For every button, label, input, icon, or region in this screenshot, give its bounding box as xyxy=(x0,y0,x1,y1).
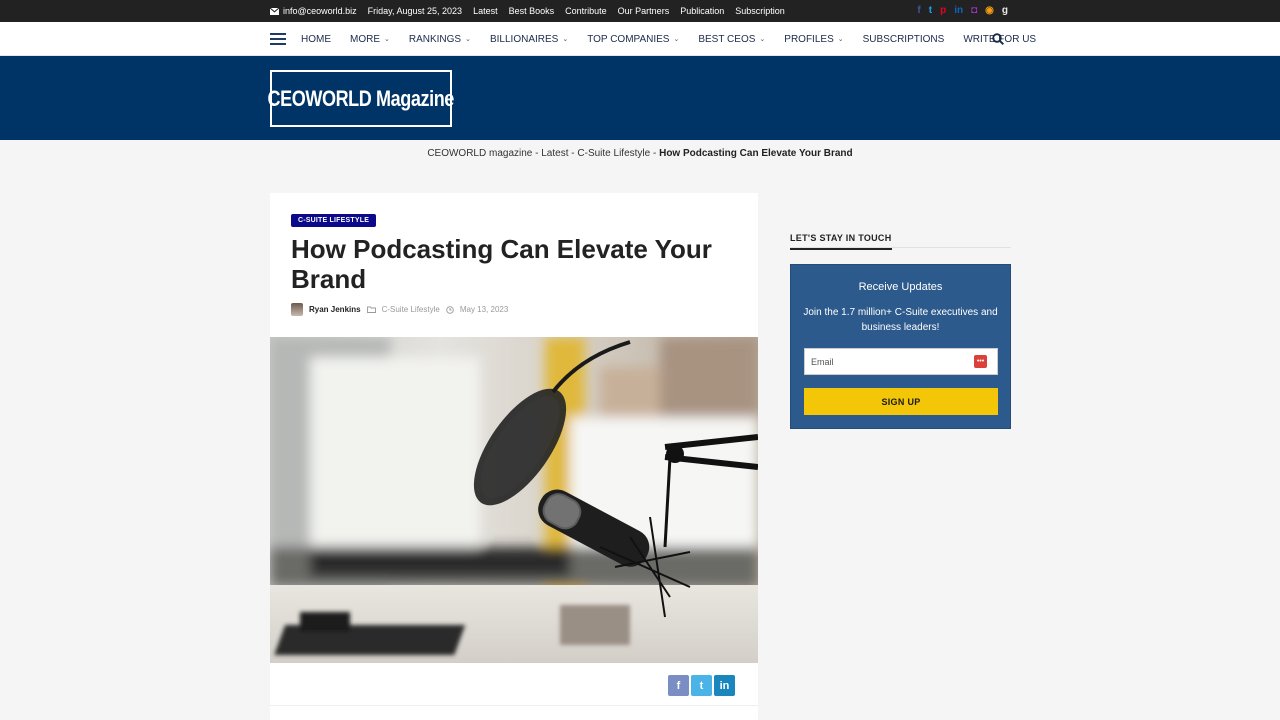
chevron-down-icon: ⌄ xyxy=(759,36,766,43)
top-link-latest[interactable]: Latest xyxy=(473,6,498,16)
breadcrumb-latest[interactable]: Latest xyxy=(541,148,568,159)
subscribe-title: Receive Updates xyxy=(858,281,943,293)
main-nav: HOME MORE ⌄ RANKINGS ⌄ BILLIONAIRES ⌄ TOP COMPA… xyxy=(0,22,1280,56)
top-link-publication[interactable]: Publication xyxy=(680,6,724,16)
podcast-microphone-image xyxy=(270,337,758,663)
goodreads-icon[interactable]: g xyxy=(1002,6,1008,16)
article-card: C-SUITE LIFESTYLE How Podcasting Can Ele… xyxy=(270,193,758,720)
article-meta: Ryan Jenkins C-Suite Lifestyle May 13, 2… xyxy=(291,303,508,316)
chevron-down-icon: ⌄ xyxy=(562,36,569,43)
nav-item-label: HOME xyxy=(301,33,331,45)
breadcrumb-home[interactable]: CEOWORLD magazine xyxy=(427,148,532,159)
subscribe-text: Join the 1.7 million+ C-Suite executives… xyxy=(803,307,998,333)
breadcrumb: CEOWORLD magazine - Latest - C-Suite Lif… xyxy=(0,148,1280,159)
nav-item-label: TOP COMPANIES xyxy=(587,33,670,45)
nav-item-best-ceos[interactable]: BEST CEOS ⌄ xyxy=(698,34,765,45)
facebook-icon[interactable]: f xyxy=(917,6,920,16)
search-icon[interactable] xyxy=(992,33,1004,45)
social-links: f t p in ◘ ◉ g xyxy=(917,0,1008,22)
sidebar-heading-text: LET'S STAY IN TOUCH xyxy=(790,233,892,250)
nav-item-label: SUBSCRIPTIONS xyxy=(862,33,945,45)
nav-item-label: BILLIONAIRES xyxy=(489,33,559,45)
author-name[interactable]: Ryan Jenkins xyxy=(309,305,361,314)
clock-icon xyxy=(446,305,454,314)
breadcrumb-category[interactable]: C-Suite Lifestyle xyxy=(577,148,650,159)
email-text: info@ceoworld.biz xyxy=(283,6,357,16)
chevron-down-icon: ⌄ xyxy=(384,36,390,43)
top-bar: info@ceoworld.biz Friday, August 25, 202… xyxy=(0,0,1280,22)
current-date: Friday, August 25, 2023 xyxy=(367,6,463,16)
top-link-our-partners[interactable]: Our Partners xyxy=(618,6,670,16)
envelope-icon xyxy=(270,7,279,15)
nav-item-label: PROFILES xyxy=(784,33,834,45)
sidebar-heading: LET'S STAY IN TOUCH xyxy=(790,228,1011,250)
pinterest-icon[interactable]: p xyxy=(940,6,946,16)
top-link-best-books[interactable]: Best Books xyxy=(509,6,555,16)
category-badge[interactable]: C-SUITE LIFESTYLE xyxy=(291,214,377,227)
header-band: CEOWORLD Magazine xyxy=(0,56,1280,140)
article-title: How Podcasting Can Elevate Your Brand xyxy=(291,234,712,294)
author-avatar[interactable] xyxy=(291,303,303,316)
nav-menu: HOME MORE ⌄ RANKINGS ⌄ BILLIONAIRES ⌄ TOP COMPA… xyxy=(301,22,1055,56)
share-linkedin-button[interactable]: in xyxy=(714,675,735,696)
subscribe-widget: Receive Updates Join the 1.7 million+ C-… xyxy=(790,264,1011,429)
breadcrumb-separator: - xyxy=(532,148,542,159)
breadcrumb-current: How Podcasting Can Elevate Your Brand xyxy=(659,148,853,159)
logo-text: CEOWORLD Magazine xyxy=(267,85,455,111)
chevron-down-icon: ⌄ xyxy=(837,36,844,43)
linkedin-icon[interactable]: in xyxy=(954,6,963,16)
twitter-icon[interactable]: t xyxy=(929,6,932,16)
share-buttons: f t in xyxy=(668,675,735,696)
nav-item-home[interactable]: HOME xyxy=(301,34,331,45)
nav-item-billionaires[interactable]: BILLIONAIRES ⌄ xyxy=(490,34,568,45)
divider xyxy=(270,705,758,706)
email-link[interactable]: info@ceoworld.biz xyxy=(270,6,357,16)
top-link-subscription[interactable]: Subscription xyxy=(735,6,785,16)
nav-item-profiles[interactable]: PROFILES ⌄ xyxy=(784,34,843,45)
folder-icon xyxy=(366,306,376,313)
top-bar-links: info@ceoworld.biz Friday, August 25, 202… xyxy=(270,0,785,22)
article-date: May 13, 2023 xyxy=(459,305,509,314)
share-twitter-button[interactable]: t xyxy=(691,675,712,696)
top-link-contribute[interactable]: Contribute xyxy=(565,6,607,16)
email-placeholder: Email xyxy=(811,356,834,367)
sign-up-button[interactable]: SIGN UP xyxy=(804,388,998,415)
breadcrumb-separator: - xyxy=(650,148,660,159)
article-category-link[interactable]: C-Suite Lifestyle xyxy=(382,305,440,314)
chevron-down-icon: ⌄ xyxy=(465,36,471,43)
site-logo[interactable]: CEOWORLD Magazine xyxy=(267,70,455,127)
nav-item-label: MORE xyxy=(350,33,380,45)
nav-item-label: BEST CEOS xyxy=(698,33,756,45)
chevron-down-icon: ⌄ xyxy=(673,36,680,43)
nav-item-subscriptions[interactable]: SUBSCRIPTIONS xyxy=(863,34,945,45)
rss-icon[interactable]: ◉ xyxy=(985,6,994,16)
instagram-icon[interactable]: ◘ xyxy=(971,6,977,16)
nav-item-rankings[interactable]: RANKINGS ⌄ xyxy=(409,34,471,45)
hamburger-menu-icon[interactable] xyxy=(270,33,286,45)
password-manager-icon[interactable]: ••• xyxy=(974,355,987,368)
nav-item-top-companies[interactable]: TOP COMPANIES ⌄ xyxy=(587,34,679,45)
nav-item-label: RANKINGS xyxy=(408,33,462,45)
email-input[interactable]: Email ••• xyxy=(804,348,998,375)
share-facebook-button[interactable]: f xyxy=(668,675,689,696)
nav-item-more[interactable]: MORE ⌄ xyxy=(350,34,390,45)
